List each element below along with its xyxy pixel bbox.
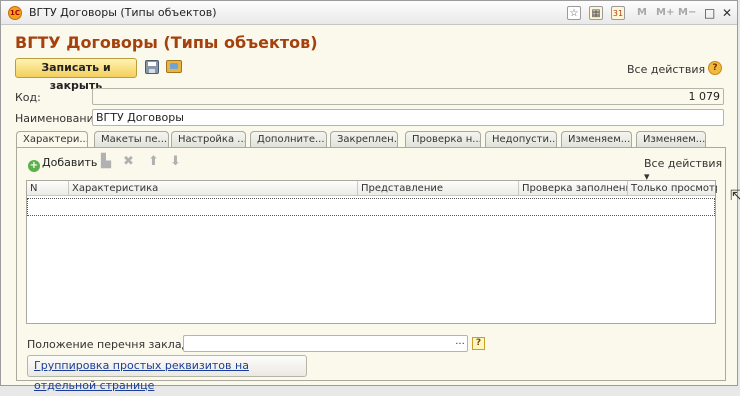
table-row[interactable]	[27, 198, 715, 216]
group-attributes-link[interactable]: Группировка простых реквизитов на отдель…	[27, 355, 307, 392]
tab-check[interactable]: Проверка н...	[405, 131, 481, 147]
memory-minus-button[interactable]: M−	[678, 6, 696, 20]
mouse-cursor-icon: ⇱	[730, 188, 740, 204]
save-and-close-button[interactable]: Записать и закрыть	[15, 58, 137, 92]
characteristics-table[interactable]: N Характеристика Представление Проверка …	[26, 180, 717, 324]
maximize-icon[interactable]: □	[704, 6, 715, 20]
column-characteristic[interactable]: Характеристика	[69, 181, 358, 196]
all-actions-menu[interactable]: Все действия ▾	[627, 63, 714, 76]
tab-invalid[interactable]: Недопусти...	[485, 131, 557, 147]
star-icon[interactable]: ☆	[567, 6, 581, 20]
move-down-icon[interactable]: ⬇	[170, 154, 181, 170]
tab-strip: Характери... Макеты пе... Настройка ... …	[16, 131, 726, 148]
calculator-icon[interactable]: ▦	[589, 6, 603, 20]
memory-plus-button[interactable]: M+	[656, 6, 674, 20]
copy-icon[interactable]: ▙	[101, 154, 111, 170]
add-icon: +	[28, 160, 40, 172]
tab-additional[interactable]: Дополните...	[250, 131, 327, 147]
table-header: N Характеристика Представление Проверка …	[27, 181, 717, 196]
save-icon[interactable]	[145, 60, 159, 74]
tab-changeable-2[interactable]: Изменяем...	[636, 131, 706, 147]
title-bar: 1С ВГТУ Договоры (Типы объектов) ☆ ▦ 31 …	[1, 1, 737, 25]
help-icon[interactable]: ?	[708, 61, 722, 75]
window-title: ВГТУ Договоры (Типы объектов)	[29, 6, 217, 19]
column-fill-check[interactable]: Проверка заполнения	[519, 181, 628, 196]
select-button[interactable]: ...	[453, 336, 467, 351]
form-window: 1С ВГТУ Договоры (Типы объектов) ☆ ▦ 31 …	[0, 0, 738, 392]
tab-position-field[interactable]	[183, 335, 468, 352]
mail-icon[interactable]	[166, 60, 182, 73]
tab-characteristics[interactable]: Характери...	[16, 131, 88, 148]
tab-print-layouts[interactable]: Макеты пе...	[94, 131, 169, 147]
name-label: Наименование:	[15, 112, 105, 125]
add-button[interactable]: + Добавить	[28, 156, 97, 172]
form-heading: ВГТУ Договоры (Типы объектов)	[15, 33, 318, 52]
column-view-only[interactable]: Только просмотр	[628, 181, 717, 196]
move-up-icon[interactable]: ⬆	[148, 154, 159, 170]
code-field[interactable]: 1 079	[92, 88, 724, 105]
memory-button[interactable]: M	[637, 6, 647, 20]
tab-position-label: Положение перечня закладок:	[27, 338, 207, 351]
code-label: Код:	[15, 91, 41, 104]
column-representation[interactable]: Представление	[358, 181, 519, 196]
delete-icon[interactable]: ✖	[123, 154, 134, 170]
add-label: Добавить	[42, 156, 98, 169]
name-field[interactable]: ВГТУ Договоры	[92, 109, 724, 126]
app-logo-icon[interactable]: 1С	[8, 6, 22, 20]
field-help-icon[interactable]: ?	[472, 337, 485, 350]
tab-changeable-1[interactable]: Изменяем...	[561, 131, 632, 147]
tab-settings[interactable]: Настройка ...	[171, 131, 246, 147]
calendar-icon[interactable]: 31	[611, 6, 625, 20]
close-icon[interactable]: ✕	[722, 6, 732, 20]
tab-pinned[interactable]: Закреплен...	[330, 131, 398, 147]
column-n[interactable]: N	[27, 181, 69, 196]
tab-panel: + Добавить ▙ ✖ ⬆ ⬇ Все действия ▾ N Харак…	[16, 147, 726, 392]
